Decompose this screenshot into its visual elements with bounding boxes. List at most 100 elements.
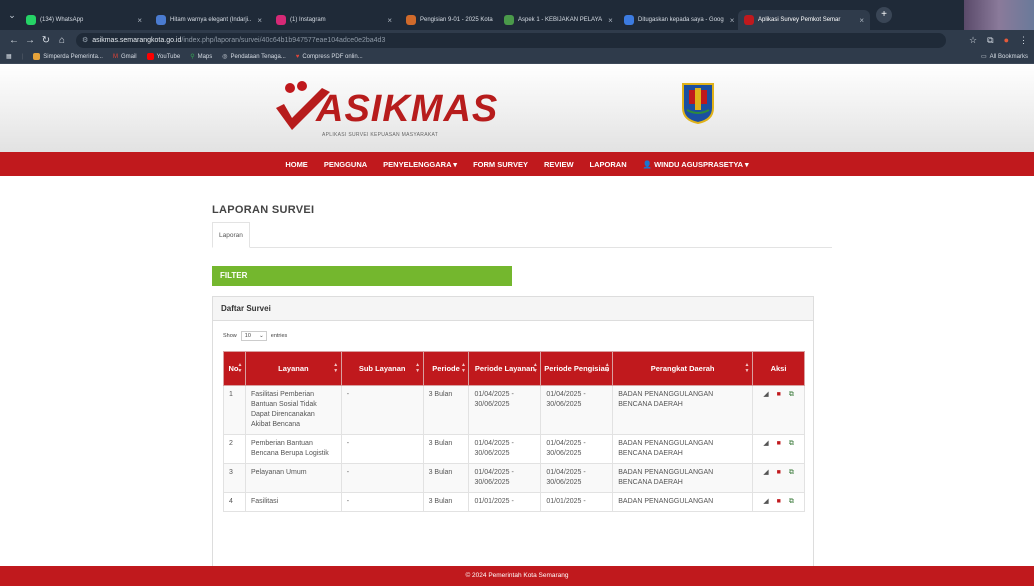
sort-icon[interactable]: ▲▼ xyxy=(333,362,339,374)
table-body: 1 Fasilitasi Pemberian Bantuan Sosial Tid… xyxy=(223,385,805,512)
tab-search-icon[interactable]: ⌄ xyxy=(4,10,20,21)
column-header[interactable]: Perangkat Daerah ▲▼ xyxy=(612,351,753,386)
column-header[interactable]: Sub Layanan ▲▼ xyxy=(340,351,424,386)
page-title: LAPORAN SURVEI xyxy=(212,204,315,216)
site-footer: © 2024 Pemerintah Kota Semarang xyxy=(0,566,1034,586)
survey-list-panel: Daftar Survei Show 10 ⌄ entries No. ▲▼ Laya… xyxy=(212,296,814,586)
panel-title: Daftar Survei xyxy=(213,297,813,321)
close-tab-icon[interactable]: × xyxy=(493,16,496,25)
extensions-icon[interactable]: ⧉ xyxy=(987,35,993,46)
browser-tab[interactable]: (134) WhatsApp × xyxy=(20,10,148,30)
table-cell-perangkat: BADAN PENANGGULANGAN BENCANA DAERAH xyxy=(612,463,753,493)
sort-icon[interactable]: ▲▼ xyxy=(604,362,610,374)
all-bookmarks[interactable]: ▭ All Bookmarks xyxy=(981,53,1028,61)
close-tab-icon[interactable]: × xyxy=(381,16,392,25)
nav-item-0[interactable]: HOME xyxy=(285,160,308,169)
back-icon[interactable]: ← xyxy=(6,35,22,46)
column-header[interactable]: No. ▲▼ xyxy=(223,351,246,386)
table-row: 2 Pemberian Bantuan Bencana Berupa Logist… xyxy=(223,434,805,464)
column-header[interactable]: Aksi xyxy=(752,351,805,386)
nav-item-1[interactable]: PENGGUNA xyxy=(324,160,367,169)
chart-report-icon[interactable]: ◢ xyxy=(763,390,768,400)
close-tab-icon[interactable]: × xyxy=(131,16,142,25)
browser-tab[interactable]: Aspek 1 - KEBIJAKAN PELAYA × xyxy=(498,10,616,30)
bookmark-label: YouTube xyxy=(156,53,181,60)
tab-favicon-icon xyxy=(624,15,634,25)
row-actions: ◢ ■ ⧉ xyxy=(758,497,799,507)
reload-icon[interactable]: ↻ xyxy=(38,35,54,46)
browser-tab[interactable]: Aplikasi Survey Pemkot Semar × xyxy=(738,10,870,30)
asikmas-logo[interactable]: ASIKMAS APLIKASI SURVEI KEPUASAN MASYARA… xyxy=(272,78,497,142)
filter-toggle[interactable]: FILTER xyxy=(212,266,512,286)
heart-icon: ♥ xyxy=(295,53,300,60)
url-input[interactable]: ⚙ asikmas.semarangkota.go.id/index.php/l… xyxy=(76,32,946,48)
tab-favicon-icon xyxy=(504,15,514,25)
nav-item-3[interactable]: FORM SURVEY xyxy=(473,160,528,169)
bookmark-maps[interactable]: ⚲ Maps xyxy=(190,53,212,61)
menu-icon[interactable]: ⋮ xyxy=(1019,35,1028,46)
browser-tab[interactable]: Pengisian 9-01 - 2025 Kota× xyxy=(400,10,496,30)
table-cell-no: 2 xyxy=(223,434,246,464)
table-cell-no: 4 xyxy=(223,492,246,512)
bookmark-simperda[interactable]: Simperda Pemerinta... xyxy=(33,53,103,60)
copy-icon[interactable]: ⧉ xyxy=(789,439,794,449)
tab-favicon-icon xyxy=(406,15,416,25)
row-actions: ◢ ■ ⧉ xyxy=(758,468,799,478)
sort-icon[interactable]: ▲▼ xyxy=(237,362,243,374)
close-tab-icon[interactable]: × xyxy=(602,16,613,25)
column-header-label: Periode Layanan xyxy=(474,364,535,373)
entries-select[interactable]: 10 ⌄ xyxy=(240,331,267,341)
close-tab-icon[interactable]: × xyxy=(724,16,735,25)
browser-tab[interactable]: Ditugaskan kepada saya - Goog × xyxy=(618,10,736,30)
nav-item-4[interactable]: REVIEW xyxy=(544,160,574,169)
maps-icon: ⚲ xyxy=(190,54,195,60)
table-cell-perangkat: BADAN PENANGGULANGAN xyxy=(612,492,753,512)
sort-icon[interactable]: ▲▼ xyxy=(744,362,750,374)
table-cell-p_layanan: 01/04/2025 - 30/06/2025 xyxy=(468,463,542,493)
column-header[interactable]: Periode Layanan ▲▼ xyxy=(468,351,542,386)
sort-icon[interactable]: ▲▼ xyxy=(460,362,466,374)
sort-icon[interactable]: ▲▼ xyxy=(532,362,538,374)
column-header[interactable]: Periode Pengisian ▲▼ xyxy=(540,351,614,386)
copy-icon[interactable]: ⧉ xyxy=(789,390,794,400)
bookmark-star-icon[interactable]: ☆ xyxy=(969,35,977,46)
copy-icon[interactable]: ⧉ xyxy=(789,497,794,507)
table-cell-periode: 3 Bulan xyxy=(422,492,470,512)
pdf-icon[interactable]: ■ xyxy=(777,497,781,507)
column-header[interactable]: Layanan ▲▼ xyxy=(244,351,342,386)
table-cell-periode: 3 Bulan xyxy=(422,385,470,435)
survey-table: No. ▲▼ Layanan ▲▼ Sub Layanan ▲▼ Periode ▲▼ Peri… xyxy=(223,351,805,512)
table-cell-sub: - xyxy=(340,385,424,435)
entries-label: entries xyxy=(270,333,288,339)
close-tab-icon[interactable]: × xyxy=(853,16,864,25)
chart-report-icon[interactable]: ◢ xyxy=(763,497,768,507)
bookmark-gmail[interactable]: M Gmail xyxy=(113,54,137,60)
chart-report-icon[interactable]: ◢ xyxy=(763,439,768,449)
table-cell-perangkat: BADAN PENANGGULANGAN BENCANA DAERAH xyxy=(612,434,753,464)
column-header[interactable]: Periode ▲▼ xyxy=(422,351,470,386)
chart-report-icon[interactable]: ◢ xyxy=(763,468,768,478)
nav-item-6[interactable]: 👤 WINDU AGUSPRASETYA ▾ xyxy=(643,160,749,169)
bookmark-youtube[interactable]: YouTube xyxy=(146,53,181,60)
browser-tab[interactable]: (1) Instagram × xyxy=(270,10,398,30)
site-info-icon[interactable]: ⚙ xyxy=(82,36,88,44)
profile-icon[interactable]: ● xyxy=(1004,35,1009,46)
pdf-icon[interactable]: ■ xyxy=(777,468,781,478)
pdf-icon[interactable]: ■ xyxy=(777,390,781,400)
browser-tab[interactable]: Hitam warnya elegant (Indarji.. × xyxy=(150,10,268,30)
nav-item-5[interactable]: LAPORAN xyxy=(590,160,627,169)
apps-icon[interactable]: ▦ xyxy=(6,53,12,60)
home-icon[interactable]: ⌂ xyxy=(54,35,70,46)
nav-item-2[interactable]: PENYELENGGARA ▾ xyxy=(383,160,457,169)
copy-icon[interactable]: ⧉ xyxy=(789,468,794,478)
forward-icon[interactable]: → xyxy=(22,35,38,46)
close-tab-icon[interactable]: × xyxy=(251,16,262,25)
pdf-icon[interactable]: ■ xyxy=(777,439,781,449)
table-cell-p_pengisian: 01/04/2025 - 30/06/2025 xyxy=(540,385,614,435)
breadcrumb-laporan[interactable]: Laporan xyxy=(212,222,250,248)
bookmark-pendataan[interactable]: ◎ Pendataan Tenaga... xyxy=(222,53,286,61)
column-header-label: Perangkat Daerah xyxy=(650,364,715,373)
bookmark-compress-pdf[interactable]: ♥ Compress PDF onlin... xyxy=(296,54,363,60)
new-tab-button[interactable]: + xyxy=(876,7,892,23)
sort-icon[interactable]: ▲▼ xyxy=(415,362,421,374)
